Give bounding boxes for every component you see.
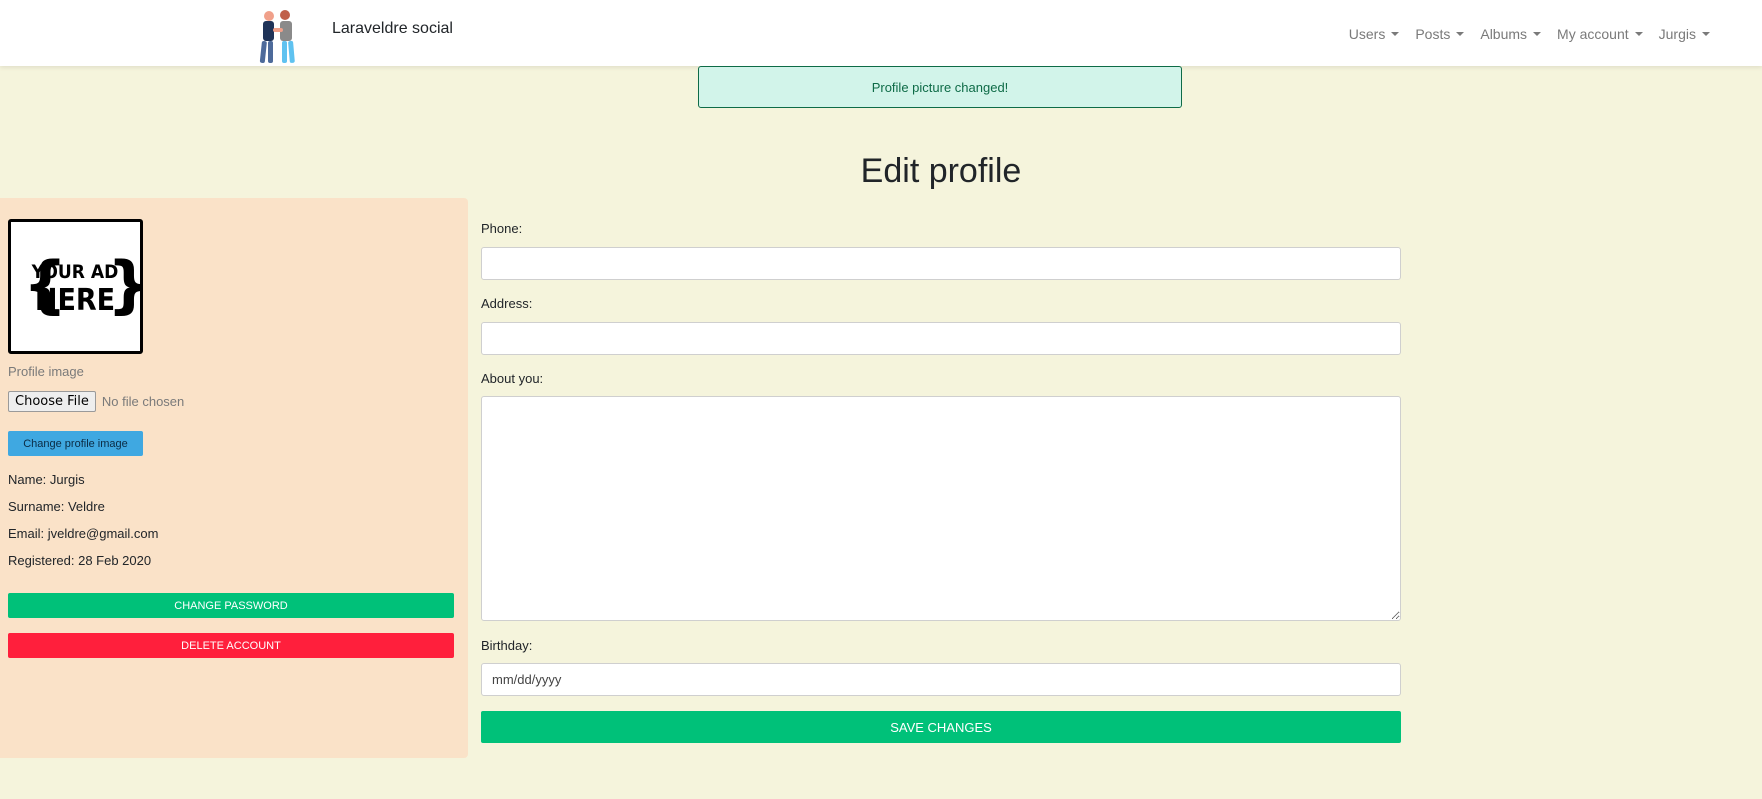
delete-account-button[interactable]: Delete account [8, 633, 454, 658]
nav-albums-label: Albums [1480, 26, 1528, 42]
user-registered: Registered: 28 Feb 2020 [8, 553, 152, 568]
save-changes-button[interactable]: Save changes [481, 711, 1401, 743]
caret-down-icon [1533, 32, 1542, 36]
nav-my-account-dropdown[interactable]: My account [1549, 26, 1651, 42]
birthday-field[interactable] [481, 663, 1401, 696]
profile-sidebar: { } YOUR AD HERE Profile image Choose Fi… [0, 198, 468, 758]
address-label: Address: [481, 296, 533, 311]
about-field[interactable] [481, 396, 1401, 621]
address-field[interactable] [481, 322, 1401, 355]
caret-down-icon [1456, 32, 1465, 36]
profile-image-label: Profile image [8, 364, 84, 379]
user-surname: Surname: Veldre [8, 499, 105, 514]
birthday-label: Birthday: [481, 638, 533, 653]
profile-image-text-line2: HERE [35, 283, 115, 318]
caret-down-icon [1391, 32, 1400, 36]
phone-label: Phone: [481, 221, 523, 236]
about-label: About you: [481, 371, 544, 386]
file-input[interactable]: Choose File No file chosen [8, 391, 184, 412]
nav-menu: Users Posts Albums My account Jurgis [1341, 26, 1718, 42]
change-password-button[interactable]: Change password [8, 593, 454, 618]
page-title: Edit profile [860, 152, 1022, 190]
profile-image: { } YOUR AD HERE [8, 219, 143, 354]
user-email: Email: jveldre@gmail.com [8, 526, 159, 541]
alert-message: Profile picture changed! [871, 79, 1009, 95]
change-profile-image-button[interactable]: Change profile image [8, 431, 143, 456]
brand-title[interactable]: Laraveldre social [332, 20, 453, 38]
choose-file-button[interactable]: Choose File [8, 391, 96, 412]
caret-down-icon [1702, 32, 1710, 36]
nav-users-label: Users [1348, 26, 1386, 42]
nav-albums-dropdown[interactable]: Albums [1472, 26, 1549, 42]
nav-users-dropdown[interactable]: Users [1341, 26, 1408, 42]
nav-user-dropdown[interactable]: Jurgis [1651, 26, 1718, 42]
user-name: Name: Jurgis [8, 472, 85, 487]
caret-down-icon [1634, 32, 1643, 36]
phone-field[interactable] [481, 247, 1401, 280]
nav-user-label: Jurgis [1658, 26, 1696, 42]
success-alert: Profile picture changed! [698, 66, 1182, 108]
nav-my-account-label: My account [1557, 26, 1629, 42]
people-handshake-logo-icon[interactable] [254, 8, 304, 66]
nav-posts-label: Posts [1415, 26, 1451, 42]
navbar: Laraveldre social Users Posts Albums My … [0, 0, 1762, 66]
profile-image-text-line1: YOUR AD [31, 261, 119, 283]
nav-posts-dropdown[interactable]: Posts [1407, 26, 1472, 42]
file-status: No file chosen [101, 394, 185, 409]
